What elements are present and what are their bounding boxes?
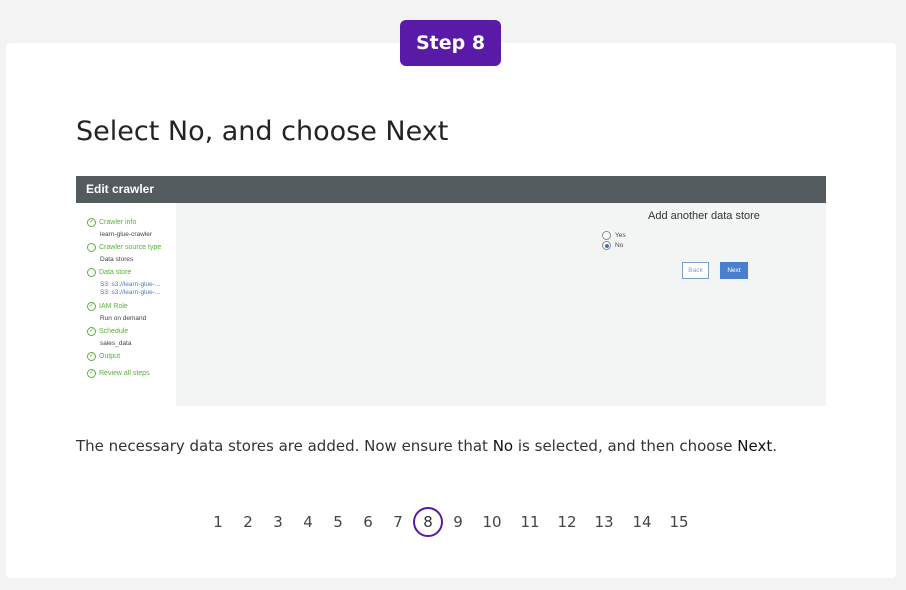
sidebar-step-schedule: ✓ Schedule: [87, 327, 129, 336]
page-14[interactable]: 14: [632, 508, 651, 536]
sidebar-sub-link: S3: s3://learn-glue-...: [100, 281, 161, 288]
sidebar-sub: Data stores: [100, 256, 134, 263]
check-circle-icon: ✓: [87, 369, 96, 378]
check-circle-icon: ✓: [87, 327, 96, 336]
check-circle-icon: ✓: [87, 218, 96, 227]
check-circle-icon: ✓: [87, 302, 96, 311]
embedded-screenshot: Edit crawler ✓ Crawler info learn-glue-cr…: [76, 176, 826, 406]
back-button-image: Back: [682, 262, 709, 279]
sidebar-step-iam-role: ✓ IAM Role: [87, 302, 128, 311]
page-6[interactable]: 6: [363, 508, 373, 536]
page-5[interactable]: 5: [333, 508, 343, 536]
page-10[interactable]: 10: [482, 508, 501, 536]
edit-crawler-header: Edit crawler: [76, 176, 826, 203]
sidebar-step-data-store: Data store: [87, 268, 131, 277]
circle-icon: [87, 243, 96, 252]
sidebar-step-output: ✓ Output: [87, 352, 121, 361]
step-description: The necessary data stores are added. Now…: [76, 437, 778, 455]
crawler-steps-sidebar: ✓ Crawler info learn-glue-crawler Crawler…: [76, 203, 176, 406]
sidebar-sub: Run on demand: [100, 315, 147, 322]
page-7[interactable]: 7: [393, 508, 403, 536]
pagination: 1 2 3 4 5 6 7 8 9 10 11 12 13 14 15: [0, 507, 906, 537]
sidebar-step-crawler-info: ✓ Crawler info: [87, 218, 137, 227]
page-1[interactable]: 1: [213, 508, 223, 536]
sidebar-sub-link: S3: s3://learn-glue-...: [100, 289, 161, 296]
radio-button: [602, 231, 611, 240]
page-3[interactable]: 3: [273, 508, 283, 536]
sidebar-sub: learn-glue-crawler: [100, 231, 153, 238]
sidebar-sub: sales_data: [100, 340, 132, 347]
next-button-image: Next: [720, 262, 748, 279]
sidebar-step-review: ✓ Review all steps: [87, 369, 150, 378]
page-15[interactable]: 15: [669, 508, 688, 536]
check-circle-icon: ✓: [87, 352, 96, 361]
page-4[interactable]: 4: [303, 508, 313, 536]
step-title: Select No, and choose Next: [76, 116, 449, 147]
page-9[interactable]: 9: [453, 508, 463, 536]
page-12[interactable]: 12: [557, 508, 576, 536]
page-11[interactable]: 11: [520, 508, 539, 536]
radio-no: No: [602, 241, 623, 250]
page-13[interactable]: 13: [594, 508, 613, 536]
radio-yes: Yes: [602, 231, 626, 240]
sidebar-step-source-type: Crawler source type: [87, 243, 161, 252]
next-emphasis: Next: [737, 437, 773, 455]
circle-icon: [87, 268, 96, 277]
page-2[interactable]: 2: [243, 508, 253, 536]
radio-button-selected: [602, 241, 611, 250]
page-8-current[interactable]: 8: [413, 507, 443, 537]
add-data-store-title: Add another data store: [648, 210, 760, 222]
step-badge: Step 8: [400, 20, 501, 66]
no-emphasis: No: [492, 437, 514, 455]
